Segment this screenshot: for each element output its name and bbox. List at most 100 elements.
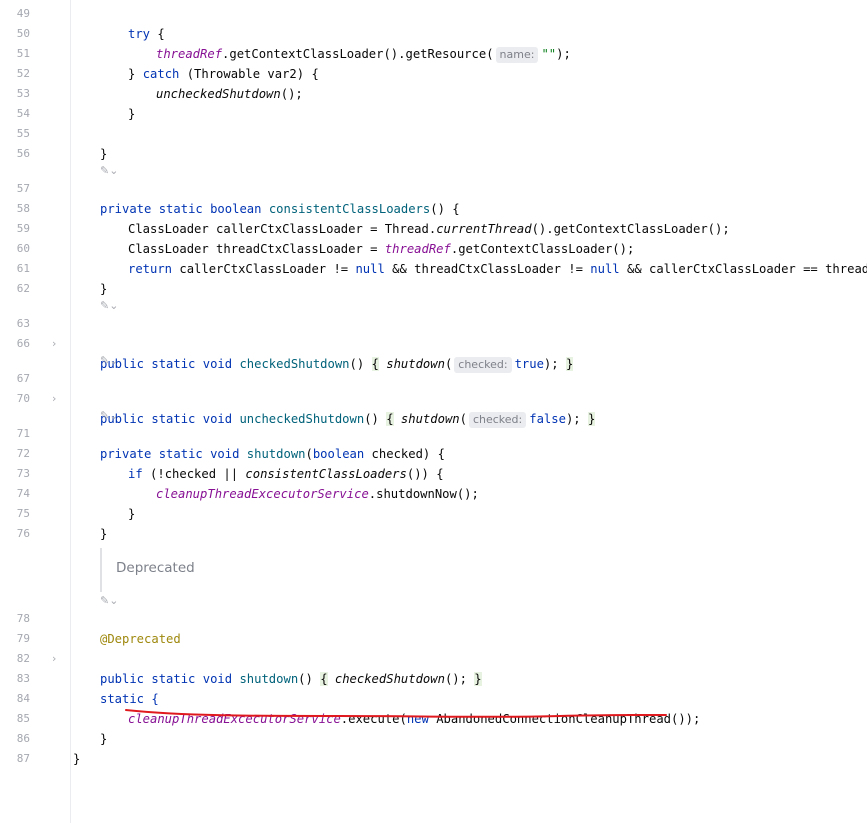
code-method-decl: shutdown: [246, 447, 306, 461]
code-method-decl: shutdown: [239, 672, 299, 686]
line-number: 56: [16, 147, 30, 160]
keyword: boolean: [312, 447, 365, 461]
code-text: ()) {: [406, 467, 444, 481]
keyword: void: [202, 357, 233, 371]
code-method-call: uncheckedShutdown: [156, 87, 281, 101]
line-number: 72: [16, 447, 30, 460]
code-text: (Throwable var2) {: [179, 67, 319, 81]
line-85: 85 }: [0, 709, 108, 746]
code-field: cleanupThreadExcecutorService: [156, 487, 369, 501]
code-text: );: [543, 357, 559, 371]
line-number: 50: [16, 27, 30, 40]
line-number: 66: [16, 337, 30, 350]
keyword: try: [128, 27, 151, 41]
code-text: && callerCtxClassLoader == threadCtxCl: [626, 262, 867, 276]
chevron-right-icon[interactable]: ›: [52, 389, 56, 409]
ai-generate-icon[interactable]: ✎⌄: [100, 353, 118, 369]
code-method-call: currentThread: [436, 222, 532, 236]
folded-brace[interactable]: {: [386, 412, 394, 426]
code-method-decl: uncheckedShutdown: [239, 412, 365, 426]
param-hint: checked:: [468, 412, 527, 428]
code-text: (: [305, 447, 313, 461]
line-number: 74: [16, 487, 30, 500]
keyword: boolean: [210, 202, 262, 216]
code-text: ();: [280, 87, 303, 101]
line-number: 51: [16, 47, 30, 60]
code-annotation: @Deprecated: [100, 632, 181, 646]
code-text: (): [298, 672, 313, 686]
code-text: }: [474, 672, 482, 686]
ai-generate-icon[interactable]: ✎⌄: [100, 593, 118, 609]
line-number: 79: [16, 632, 30, 645]
line-number: 82: [16, 652, 30, 665]
chevron-right-icon[interactable]: ›: [52, 649, 56, 669]
line-number: 76: [16, 527, 30, 540]
code-text: .getContextClassLoader();: [450, 242, 635, 256]
line-52: 52 uncheckedShutdown();: [0, 64, 303, 101]
line-number: 54: [16, 107, 30, 120]
code-text: (!checked ||: [142, 467, 246, 481]
rendered-doc-comment[interactable]: Deprecated: [100, 548, 195, 592]
folded-brace[interactable]: }: [565, 357, 574, 371]
line-number: 61: [16, 262, 30, 275]
keyword: void: [202, 412, 233, 426]
line-63: 63 › public static void checkedShutdown(…: [0, 314, 574, 373]
code-text: .getContextClassLoader().getResource(: [222, 47, 494, 61]
chevron-right-icon[interactable]: ›: [52, 334, 56, 354]
code-text: && threadCtxClassLoader !=: [384, 262, 591, 276]
line-number: 49: [16, 7, 30, 20]
keyword: catch: [142, 67, 180, 81]
line-number: 59: [16, 222, 30, 235]
code-text: checked) {: [364, 447, 445, 461]
line-74: 74 }: [0, 484, 136, 521]
line-number: 55: [16, 127, 30, 140]
folded-brace[interactable]: {: [320, 672, 328, 686]
line-53: 53 }: [0, 84, 136, 121]
keyword: static: [151, 357, 196, 371]
line-number: 60: [16, 242, 30, 255]
line-72: 72 if (!checked || consistentClassLoader…: [0, 444, 444, 481]
line-number: 58: [16, 202, 30, 215]
line-50: 50 threadRef.getContextClassLoader().get…: [0, 24, 571, 63]
line-number: 73: [16, 467, 30, 480]
line-number: 63: [16, 317, 30, 330]
line-number: 83: [16, 672, 30, 685]
ai-generate-icon[interactable]: ✎⌄: [100, 163, 118, 179]
line-59: 59 ClassLoader threadCtxClassLoader = th…: [0, 219, 635, 256]
code-method-call: shutdown: [386, 357, 445, 371]
line-60: 60 return callerCtxClassLoader != null &…: [0, 239, 867, 276]
keyword: static: [158, 202, 203, 216]
line-75: 75 }: [0, 504, 108, 541]
code-text: }: [565, 357, 574, 371]
keyword: private: [100, 447, 152, 461]
line-number: 71: [16, 427, 30, 440]
keyword: void: [210, 447, 240, 461]
code-method-call: consistentClassLoaders: [245, 467, 407, 481]
code-text: (): [364, 412, 379, 426]
code-field: threadRef: [384, 242, 451, 256]
keyword: return: [128, 262, 173, 276]
folded-brace[interactable]: }: [474, 672, 482, 686]
line-number: 78: [16, 612, 30, 625]
line-number: 84: [16, 692, 30, 705]
keyword: static: [158, 447, 203, 461]
line-57: 57 private static boolean consistentClas…: [0, 179, 460, 216]
line-86: 86 }: [0, 729, 81, 766]
line-78: 78 @Deprecated: [0, 609, 181, 646]
code-text: ();: [444, 672, 467, 686]
folded-brace[interactable]: {: [371, 357, 379, 371]
code-text: {: [371, 357, 379, 371]
ai-generate-icon[interactable]: ✎⌄: [100, 408, 118, 424]
code-method-call: shutdown: [400, 412, 460, 426]
line-number: 53: [16, 87, 30, 100]
param-hint: name:: [495, 47, 539, 63]
code-method-decl: checkedShutdown: [239, 357, 350, 371]
keyword: null: [355, 262, 385, 276]
line-73: 73 cleanupThreadExcecutorService.shutdow…: [0, 464, 479, 501]
keyword: null: [590, 262, 620, 276]
keyword: static: [151, 672, 196, 686]
ai-generate-icon[interactable]: ✎⌄: [100, 298, 118, 314]
code-text: {: [386, 412, 394, 426]
line-number: 86: [16, 732, 30, 745]
folded-brace[interactable]: }: [587, 412, 596, 426]
